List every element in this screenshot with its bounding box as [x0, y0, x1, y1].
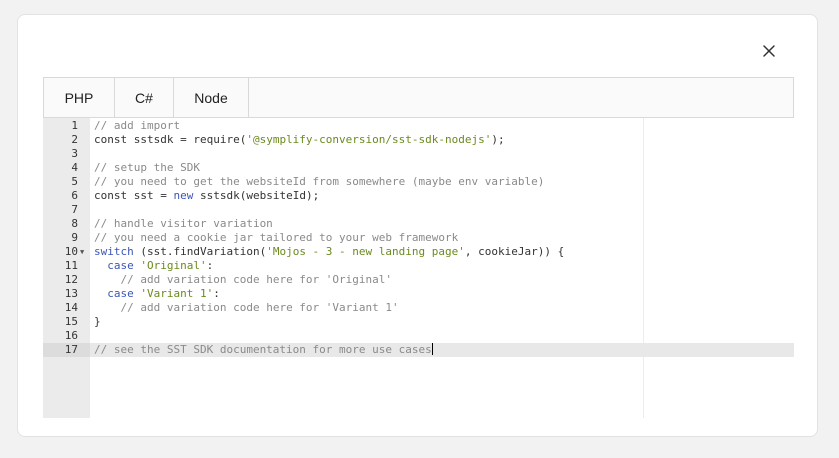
- line-number: 9: [71, 231, 78, 244]
- line-number: 1: [71, 119, 78, 132]
- code-text: switch (sst.findVariation('Mojos - 3 - n…: [94, 245, 564, 259]
- code-text: // you need a cookie jar tailored to you…: [94, 231, 458, 245]
- code-line[interactable]: 7: [43, 203, 794, 217]
- code-text: // add import: [94, 119, 180, 133]
- line-number: 13: [64, 287, 78, 300]
- code-token-string: '@symplify-conversion/sst-sdk-nodejs': [246, 133, 492, 146]
- code-token-comment: // handle visitor variation: [94, 217, 273, 230]
- tab-csharp[interactable]: C#: [115, 78, 174, 117]
- tab-node[interactable]: Node: [174, 78, 249, 117]
- code-line[interactable]: 6 const sst = new sstsdk(websiteId);: [43, 189, 794, 203]
- code-token-string: 'Mojos - 3 - new landing page': [266, 245, 465, 258]
- code-line[interactable]: 17 // see the SST SDK documentation for m…: [43, 343, 794, 357]
- text-cursor: [431, 343, 433, 355]
- code-line[interactable]: 1 // add import: [43, 119, 794, 133]
- code-text: // you need to get the websiteId from so…: [94, 175, 544, 189]
- code-line[interactable]: 13 case 'Variant 1':: [43, 287, 794, 301]
- code-line[interactable]: 11 case 'Original':: [43, 259, 794, 273]
- line-number: 8: [71, 217, 78, 230]
- code-token-keyword: case: [107, 259, 134, 272]
- line-number: 4: [71, 161, 78, 174]
- code-line[interactable]: 4 // setup the SDK: [43, 161, 794, 175]
- code-line[interactable]: 16: [43, 329, 794, 343]
- code-line[interactable]: 10 ▼ switch (sst.findVariation('Mojos - 3 …: [43, 245, 794, 259]
- code-token-comment: // setup the SDK: [94, 161, 200, 174]
- code-line[interactable]: 2 const sstsdk = require('@symplify-conve…: [43, 133, 794, 147]
- code-token-keyword: case: [107, 287, 134, 300]
- code-text: // add variation code here for 'Variant …: [94, 301, 399, 315]
- line-number: 16: [64, 329, 78, 342]
- code-token-string: 'Variant 1': [140, 287, 214, 300]
- code-text: case 'Original':: [94, 259, 213, 273]
- code-text: const sstsdk = require('@symplify-conver…: [94, 133, 505, 147]
- code-token-plain: sstsdk(websiteId);: [193, 189, 320, 202]
- close-icon: [763, 45, 775, 57]
- line-number: 17: [43, 343, 90, 357]
- line-number: 14: [64, 301, 78, 314]
- fold-arrow-icon[interactable]: ▼: [80, 245, 88, 259]
- code-token-plain: , cookieJar)) {: [464, 245, 565, 258]
- tab-php[interactable]: PHP: [44, 78, 115, 117]
- code-line[interactable]: 15}: [43, 315, 794, 329]
- code-editor[interactable]: 1 // add import 2 const sstsdk = require('@…: [43, 118, 794, 418]
- language-tabs: PHP C# Node: [43, 77, 794, 118]
- code-token-plain: :: [213, 287, 220, 300]
- code-text: case 'Variant 1':: [94, 287, 220, 301]
- code-token-string: 'Original': [140, 259, 207, 272]
- code-line[interactable]: 5 // you need to get the websiteId from s…: [43, 175, 794, 189]
- code-text: // handle visitor variation: [94, 217, 273, 231]
- code-token-comment: // add variation code here for 'Original…: [120, 273, 393, 286]
- code-token-comment: // you need a cookie jar tailored to you…: [94, 231, 459, 244]
- code-line[interactable]: 3: [43, 147, 794, 161]
- line-number: 5: [71, 175, 78, 188]
- line-number: 11: [64, 259, 78, 272]
- line-number: 6: [71, 189, 78, 202]
- close-button[interactable]: [758, 40, 780, 62]
- code-token-comment: // add import: [94, 119, 181, 132]
- code-token-keyword: new: [173, 189, 194, 202]
- code-token-plain: );: [491, 133, 505, 146]
- code-line[interactable]: 9 // you need a cookie jar tailored to yo…: [43, 231, 794, 245]
- code-token-plain: }: [94, 315, 101, 328]
- code-text: }: [94, 315, 101, 329]
- code-token-comment: // see the SST SDK documentation for mor…: [94, 343, 432, 356]
- code-text: // setup the SDK: [94, 161, 200, 175]
- code-line[interactable]: 14 // add variation code here for 'Varia…: [43, 301, 794, 315]
- code-token-plain: const sst =: [94, 189, 174, 202]
- line-number: 3: [71, 147, 78, 160]
- line-number: 7: [71, 203, 78, 216]
- code-token-comment: // add variation code here for 'Variant …: [120, 301, 399, 314]
- code-line[interactable]: 12 // add variation code here for 'Origi…: [43, 273, 794, 287]
- line-number: 15: [64, 315, 78, 328]
- code-text: // add variation code here for 'Original…: [94, 273, 393, 287]
- code-token-comment: // you need to get the websiteId from so…: [94, 175, 545, 188]
- code-token-plain: :: [206, 259, 214, 272]
- code-token-plain: const sstsdk = require(: [94, 133, 247, 146]
- code-text: const sst = new sstsdk(websiteId);: [94, 189, 319, 203]
- line-number: 2: [71, 133, 78, 146]
- code-text: // see the SST SDK documentation for mor…: [94, 343, 433, 357]
- code-token-plain: (sst.findVariation(: [133, 245, 267, 258]
- code-snippet-modal: PHP C# Node 1 // add import 2 const sstsdk …: [17, 14, 818, 437]
- code-token-keyword: switch: [94, 245, 134, 258]
- code-lines: 1 // add import 2 const sstsdk = require('@…: [43, 119, 794, 357]
- line-number: 12: [64, 273, 78, 286]
- code-line[interactable]: 8 // handle visitor variation: [43, 217, 794, 231]
